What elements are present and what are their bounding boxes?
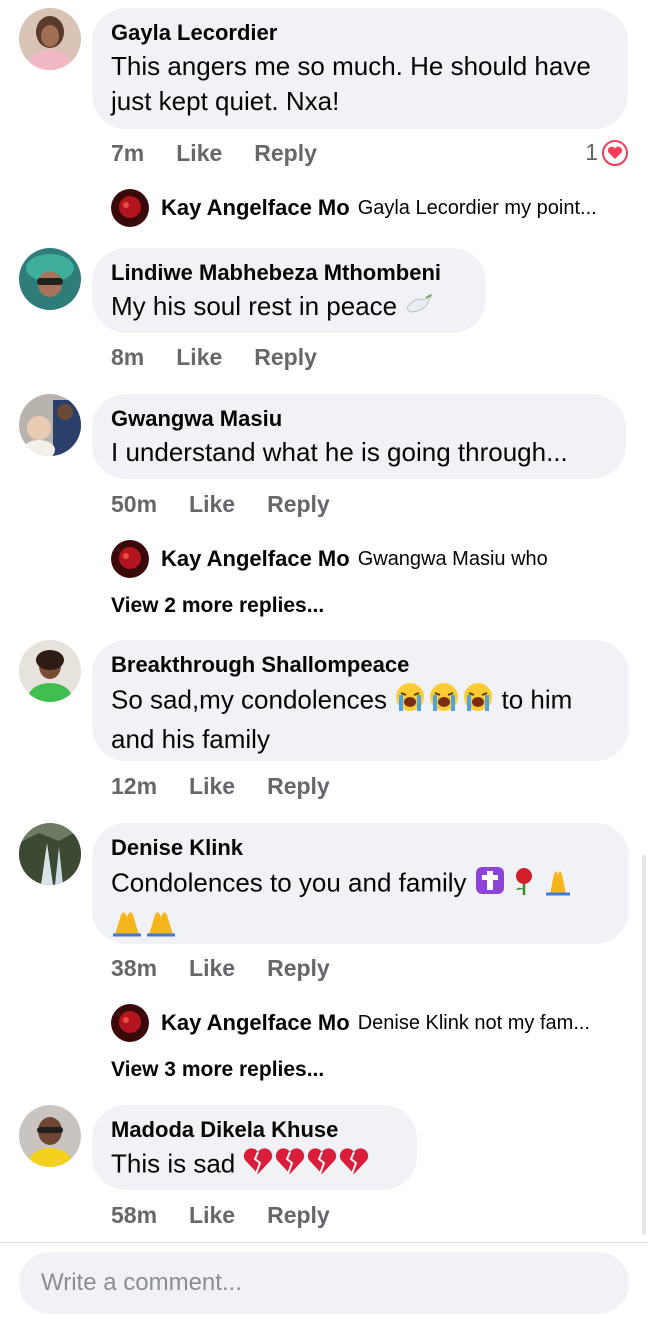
comment-author[interactable]: Breakthrough Shallompeace <box>111 652 610 678</box>
reply-author[interactable]: Kay Angelface Mo <box>161 1010 350 1036</box>
avatar[interactable] <box>111 1004 149 1042</box>
reply-author[interactable]: Kay Angelface Mo <box>161 546 350 572</box>
comment-text-content: Condolences to you and family <box>111 867 467 898</box>
comment-actions: 7m Like Reply <box>111 140 317 167</box>
comment-text: Condolences to you and family <box>111 864 610 946</box>
reply-text: Gwangwa Masiu who <box>357 547 548 570</box>
comment-time[interactable]: 58m <box>111 1202 157 1229</box>
like-button[interactable]: Like <box>176 344 222 371</box>
comment-time[interactable]: 7m <box>111 140 144 167</box>
comment-bubble: Madoda Dikela Khuse This is sad <box>92 1105 417 1190</box>
comment-actions: 8m Like Reply <box>111 344 317 371</box>
avatar[interactable] <box>19 823 81 885</box>
avatar[interactable] <box>19 1105 81 1167</box>
comment-time[interactable]: 50m <box>111 491 157 518</box>
cross-rose-praying-hands-emoji <box>474 864 578 905</box>
reply-text: Gayla Lecordier my point... <box>357 196 597 219</box>
view-more-replies-link[interactable]: View 2 more replies... <box>111 594 324 618</box>
praying-hands-emoji <box>111 905 183 946</box>
comment-text: So sad,my condolences to him and his fam… <box>111 681 610 757</box>
comment-author[interactable]: Madoda Dikela Khuse <box>111 1117 398 1143</box>
heart-reaction-icon <box>602 139 628 166</box>
like-button[interactable]: Like <box>189 773 235 800</box>
avatar[interactable] <box>111 189 149 227</box>
comment-text: My his soul rest in peace <box>111 289 467 327</box>
comment-text: This angers me so much. He should have j… <box>111 51 591 116</box>
comment-bubble: Lindiwe Mabhebeza Mthombeni My his soul … <box>92 248 486 333</box>
comment-author[interactable]: Gwangwa Masiu <box>111 406 607 432</box>
comment-bubble: Gwangwa Masiu I understand what he is go… <box>92 394 626 479</box>
like-button[interactable]: Like <box>189 955 235 982</box>
view-more-replies-link[interactable]: View 3 more replies... <box>111 1058 324 1082</box>
reply-author[interactable]: Kay Angelface Mo <box>161 195 350 221</box>
reply-preview[interactable]: Kay Angelface Mo Gwangwa Masiu who <box>111 539 548 579</box>
comment-actions: 12m Like Reply <box>111 773 330 800</box>
reply-button[interactable]: Reply <box>267 773 330 800</box>
reaction-count-value: 1 <box>585 139 598 165</box>
avatar[interactable] <box>19 640 81 702</box>
comment-text-content: So sad,my condolences <box>111 684 388 715</box>
comment-author[interactable]: Denise Klink <box>111 835 610 861</box>
reply-preview[interactable]: Kay Angelface Mo Gayla Lecordier my poin… <box>111 188 597 228</box>
reply-button[interactable]: Reply <box>267 1202 330 1229</box>
comment-time[interactable]: 12m <box>111 773 157 800</box>
comment-author[interactable]: Lindiwe Mabhebeza Mthombeni <box>111 260 467 286</box>
comment-bubble: Gayla Lecordier This angers me so much. … <box>92 8 628 129</box>
comment-text: I understand what he is going through... <box>111 437 568 467</box>
comment-text-content: This is sad <box>111 1148 236 1179</box>
reply-text: Denise Klink not my fam... <box>357 1011 590 1034</box>
comment-time[interactable]: 8m <box>111 344 144 371</box>
like-button[interactable]: Like <box>189 491 235 518</box>
comment-author[interactable]: Gayla Lecordier <box>111 20 609 46</box>
comment-actions: 58m Like Reply <box>111 1202 330 1229</box>
comment-text-content: My his soul rest in peace <box>111 291 398 321</box>
like-button[interactable]: Like <box>176 140 222 167</box>
comment-input[interactable] <box>39 1268 609 1298</box>
avatar[interactable] <box>19 248 81 310</box>
comment-bubble: Denise Klink Condolences to you and fami… <box>92 823 629 944</box>
comment-time[interactable]: 38m <box>111 955 157 982</box>
avatar[interactable] <box>19 8 81 70</box>
dove-emoji <box>404 290 434 327</box>
reply-preview[interactable]: Kay Angelface Mo Denise Klink not my fam… <box>111 1003 590 1043</box>
reply-button[interactable]: Reply <box>254 344 317 371</box>
avatar[interactable] <box>111 540 149 578</box>
divider <box>0 1242 648 1243</box>
comment-bubble: Breakthrough Shallompeace So sad,my cond… <box>92 640 629 761</box>
loudly-crying-face-emoji <box>394 681 494 722</box>
comment-actions: 38m Like Reply <box>111 955 330 982</box>
broken-heart-emoji <box>243 1146 369 1185</box>
like-button[interactable]: Like <box>189 1202 235 1229</box>
scrollbar[interactable] <box>642 855 646 1235</box>
reply-button[interactable]: Reply <box>254 140 317 167</box>
reply-button[interactable]: Reply <box>267 955 330 982</box>
comment-text: This is sad <box>111 1146 398 1185</box>
reply-button[interactable]: Reply <box>267 491 330 518</box>
comment-actions: 50m Like Reply <box>111 491 330 518</box>
avatar[interactable] <box>19 394 81 456</box>
comment-composer[interactable] <box>19 1252 629 1314</box>
reaction-count[interactable]: 1 <box>585 139 628 166</box>
